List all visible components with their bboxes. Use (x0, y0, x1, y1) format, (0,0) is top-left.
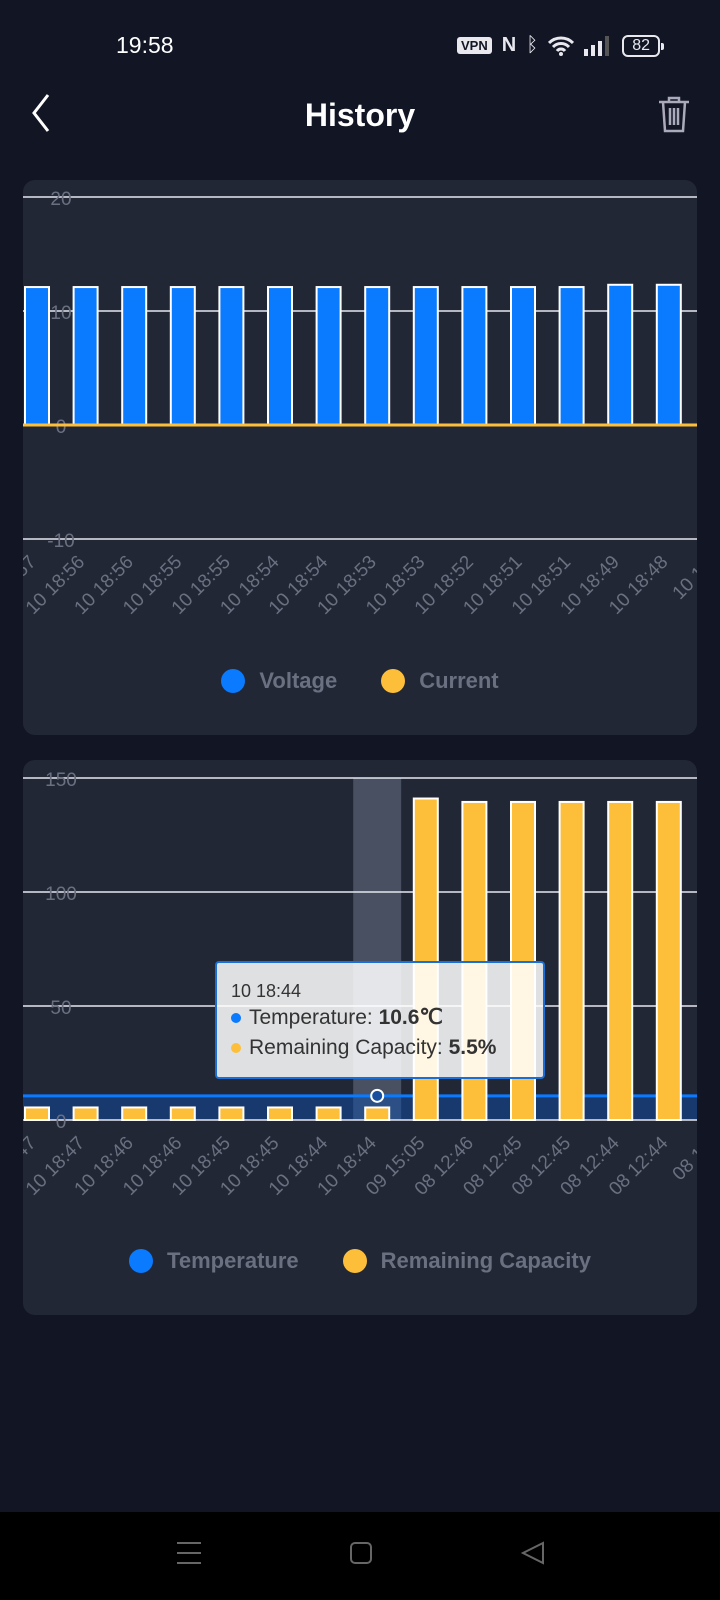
bar (169, 1106, 196, 1121)
system-nav-bar (0, 1512, 720, 1600)
bar (72, 1106, 99, 1121)
bar (267, 286, 293, 426)
legend-current[interactable]: Current (381, 668, 499, 694)
legend-temperature[interactable]: Temperature (129, 1248, 299, 1274)
bar (24, 286, 50, 426)
dot-icon (231, 1013, 241, 1024)
bar (169, 286, 196, 426)
bar (461, 286, 488, 426)
bar (364, 1106, 391, 1121)
status-bar: 19:58 VPN N ᛒ 82 (0, 0, 720, 80)
bar (121, 286, 148, 426)
voltage-current-chart[interactable]: 20100-1010 18:5710 18:5610 18:5610 18:55… (23, 180, 697, 660)
bar (315, 286, 342, 426)
legend-remaining-capacity[interactable]: Remaining Capacity (342, 1248, 591, 1274)
bluetooth-icon: ᛒ (526, 34, 539, 56)
tooltip-row-temperature: Temperature: 10.6℃ (231, 1003, 529, 1033)
chart-tooltip: 10 18:44 Temperature: 10.6℃ Remaining Ca… (215, 961, 545, 1079)
legend-label: Temperature (167, 1248, 299, 1273)
y-tick-label: 10 (50, 303, 71, 324)
trash-icon[interactable] (656, 95, 692, 133)
bar (267, 1106, 293, 1121)
y-tick-label: 150 (45, 770, 77, 791)
legend-label: Current (419, 668, 499, 693)
tooltip-value: 5.5% (448, 1036, 497, 1059)
wifi-icon (548, 36, 575, 56)
tooltip-title: 10 18:44 (231, 981, 302, 1001)
menu-icon[interactable] (176, 1540, 202, 1566)
nfc-icon: N (501, 34, 517, 56)
bar (412, 286, 439, 426)
temperature-capacity-chart-card: 15010050010 18:4710 18:4710 18:4610 18:4… (23, 760, 697, 1315)
y-tick-label: 20 (50, 189, 71, 210)
signal-icon (584, 35, 610, 56)
x-tick-label: 08 12: (669, 1133, 697, 1185)
bar (607, 800, 634, 1121)
tooltip-row-capacity: Remaining Capacity: 5.5% (231, 1033, 529, 1063)
bar (72, 286, 99, 426)
legend-label: Voltage (259, 668, 338, 693)
dot-icon (231, 1043, 241, 1054)
vpn-icon: VPN (457, 37, 492, 54)
voltage-current-chart-card: 20100-1010 18:5710 18:5610 18:5610 18:55… (23, 180, 697, 735)
tooltip-label: Temperature: (249, 1006, 379, 1029)
legend-voltage[interactable]: Voltage (221, 668, 337, 694)
y-tick-label: 100 (45, 884, 77, 905)
chart-legend: Voltage Current (23, 668, 697, 694)
app-header: History (0, 85, 720, 145)
legend-dot-icon (221, 669, 246, 693)
y-tick-label: -10 (47, 531, 74, 552)
bar (364, 286, 391, 426)
bar (121, 1106, 148, 1121)
legend-dot-icon (342, 1249, 367, 1273)
y-tick-label: 0 (56, 1112, 67, 1133)
bar (607, 283, 634, 426)
y-tick-label: 0 (56, 417, 67, 438)
delete-button[interactable] (656, 95, 692, 138)
legend-dot-icon (381, 669, 406, 693)
battery-icon: 82 (622, 34, 664, 57)
highlight-point (370, 1088, 385, 1103)
x-tick-label: 10 18: (669, 552, 697, 604)
page-title: History (304, 97, 416, 133)
bar (558, 800, 585, 1121)
bar (510, 286, 536, 426)
bar (315, 1106, 342, 1121)
bar (558, 286, 585, 426)
bar (655, 283, 682, 426)
back-nav-icon[interactable] (520, 1540, 546, 1566)
home-icon[interactable] (349, 1540, 373, 1566)
bar (24, 1106, 50, 1121)
legend-label: Remaining Capacity (380, 1248, 591, 1273)
legend-dot-icon (129, 1249, 154, 1273)
bar (655, 800, 682, 1121)
bar (218, 1106, 245, 1121)
bar (218, 286, 245, 426)
clock: 19:58 (116, 32, 174, 58)
y-tick-label: 50 (50, 998, 71, 1019)
tooltip-value: 10.6℃ (378, 1006, 444, 1029)
chart-legend: Temperature Remaining Capacity (23, 1248, 697, 1274)
tooltip-label: Remaining Capacity: (249, 1036, 449, 1059)
